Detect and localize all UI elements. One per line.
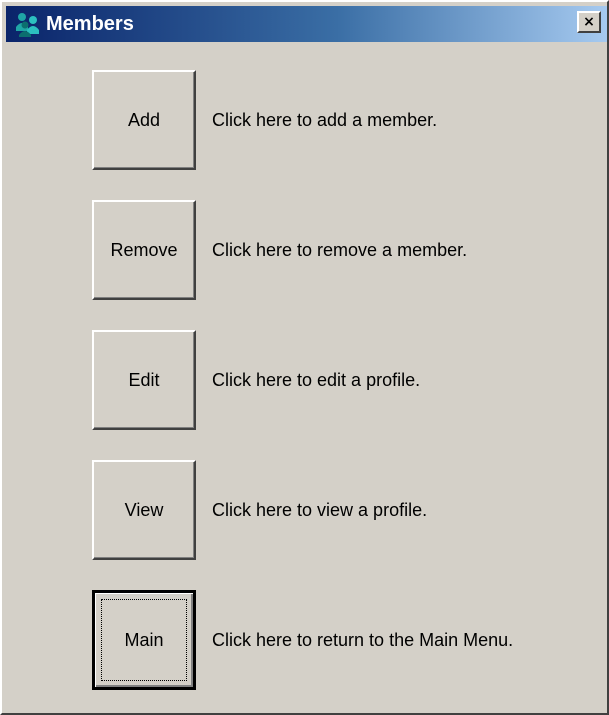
edit-description: Click here to edit a profile.: [212, 370, 421, 390]
action-row-add: Add Click here to add a member.: [92, 70, 592, 174]
members-app-icon: [16, 13, 39, 37]
remove-button[interactable]: Remove: [92, 200, 196, 300]
action-row-view: View Click here to view a profile.: [92, 460, 592, 564]
close-icon: ×: [583, 14, 595, 30]
edit-button[interactable]: Edit: [92, 330, 196, 430]
action-row-edit: Edit Click here to edit a profile.: [92, 330, 592, 434]
remove-description: Click here to remove a member.: [212, 240, 468, 260]
add-button[interactable]: Add: [92, 70, 196, 170]
main-button-label: Main: [124, 629, 164, 650]
view-button[interactable]: View: [92, 460, 196, 560]
main-button[interactable]: Main: [92, 590, 196, 690]
action-row-main: Main Click here to return to the Main Me…: [92, 590, 592, 694]
view-description: Click here to view a profile.: [212, 500, 428, 520]
window-title: Members: [46, 13, 134, 35]
add-description: Click here to add a member.: [212, 110, 438, 130]
close-button[interactable]: ×: [577, 11, 601, 33]
action-row-remove: Remove Click here to remove a member.: [92, 200, 592, 304]
title-bar[interactable]: Members ×: [6, 6, 607, 42]
members-window: Members × Add Click here to add a member…: [0, 0, 609, 715]
main-description: Click here to return to the Main Menu.: [212, 630, 514, 650]
